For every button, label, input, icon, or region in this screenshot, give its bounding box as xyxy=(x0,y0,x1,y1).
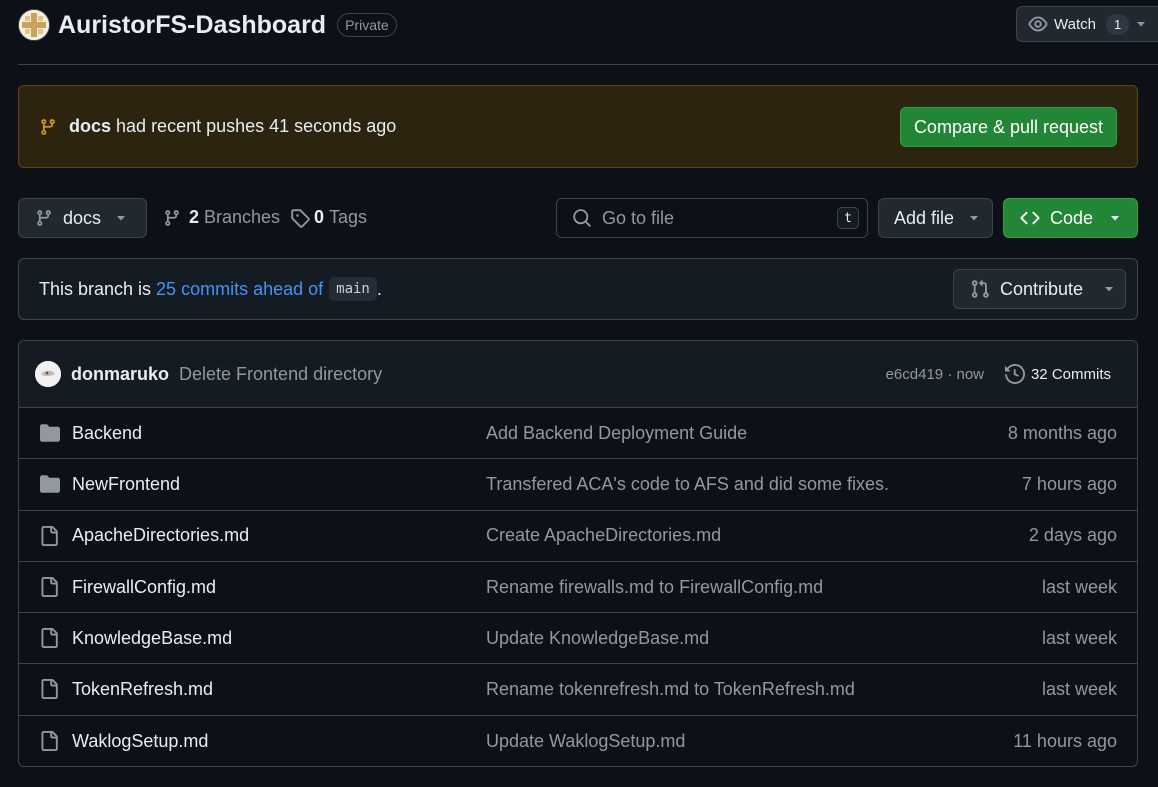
branches-link[interactable]: 2 Branches xyxy=(163,207,280,228)
file-name[interactable]: FirewallConfig.md xyxy=(72,577,216,598)
tags-count: 0 xyxy=(314,207,325,227)
file-commit-date: 11 hours ago xyxy=(1013,730,1117,751)
file-commit-message[interactable]: Update KnowledgeBase.md xyxy=(486,628,709,649)
file-icon xyxy=(39,730,59,751)
history-icon xyxy=(1004,364,1025,384)
file-name[interactable]: Backend xyxy=(72,423,142,444)
file-commit-message[interactable]: Add Backend Deployment Guide xyxy=(486,423,747,444)
table-row[interactable]: Backend Add Backend Deployment Guide 8 m… xyxy=(19,408,1137,460)
chevron-down-icon xyxy=(1109,212,1121,224)
file-name[interactable]: TokenRefresh.md xyxy=(72,679,213,700)
table-row[interactable]: FirewallConfig.md Rename firewalls.md to… xyxy=(19,562,1137,614)
file-commit-message[interactable]: Create ApacheDirectories.md xyxy=(486,525,721,546)
file-name[interactable]: WaklogSetup.md xyxy=(72,731,208,752)
file-commit-date: 7 hours ago xyxy=(1021,473,1117,494)
commits-ahead-link[interactable]: 25 commits ahead of xyxy=(156,279,323,300)
commit-hash-time[interactable]: e6cd419 · now xyxy=(886,366,984,383)
chevron-down-icon xyxy=(968,212,980,224)
file-icon xyxy=(39,576,59,597)
search-icon xyxy=(572,208,592,228)
table-row[interactable]: TokenRefresh.md Rename tokenrefresh.md t… xyxy=(19,664,1137,716)
branch-selector[interactable]: docs xyxy=(18,198,147,238)
pull-request-icon xyxy=(970,279,990,299)
branch-icon xyxy=(163,208,181,228)
repo-header: AuristorFS-Dashboard Private Watch 1 xyxy=(18,6,1158,42)
header-divider xyxy=(18,64,1158,65)
file-commit-date: last week xyxy=(1041,679,1117,700)
folder-icon xyxy=(39,474,61,494)
branch-icon xyxy=(35,208,53,228)
recent-push-message: had recent pushes 41 seconds ago xyxy=(116,116,397,136)
branch-status-suffix: . xyxy=(376,278,382,299)
file-icon xyxy=(39,525,59,546)
file-name[interactable]: ApacheDirectories.md xyxy=(72,525,249,546)
watch-count: 1 xyxy=(1105,13,1130,35)
repo-name[interactable]: AuristorFS-Dashboard xyxy=(58,11,326,40)
watch-label: Watch xyxy=(1054,15,1096,33)
pushed-branch-name[interactable]: docs xyxy=(69,116,111,136)
tags-link[interactable]: 0 Tags xyxy=(290,207,367,228)
file-commit-message[interactable]: Rename tokenrefresh.md to TokenRefresh.m… xyxy=(486,679,855,700)
compare-pull-request-button[interactable]: Compare & pull request xyxy=(900,107,1117,147)
branches-count: 2 xyxy=(189,207,200,227)
code-icon xyxy=(1020,208,1040,228)
tags-label: Tags xyxy=(329,207,368,227)
folder-icon xyxy=(39,423,61,443)
watch-button[interactable]: Watch 1 xyxy=(1016,6,1158,42)
file-commit-message[interactable]: Transfered ACA's code to AFS and did som… xyxy=(486,474,889,495)
file-commit-message[interactable]: Rename firewalls.md to FirewallConfig.md xyxy=(486,577,823,598)
author-avatar[interactable] xyxy=(35,361,61,387)
branch-status-prefix: This branch is xyxy=(39,278,152,299)
commits-history-link[interactable]: 32 Commits xyxy=(1004,364,1111,384)
file-commit-date: 8 months ago xyxy=(1007,422,1117,443)
current-branch-name: docs xyxy=(63,207,102,228)
keyboard-shortcut-hint: t xyxy=(837,207,859,229)
file-commit-message[interactable]: Update WaklogSetup.md xyxy=(486,731,685,752)
chevron-down-icon xyxy=(115,212,127,224)
commits-count: 32 Commits xyxy=(1030,365,1111,383)
code-button[interactable]: Code xyxy=(1003,198,1138,238)
add-file-button[interactable]: Add file xyxy=(878,198,993,238)
repo-owner-avatar[interactable] xyxy=(18,9,50,41)
table-row[interactable]: NewFrontend Transfered ACA's code to AFS… xyxy=(19,459,1137,511)
table-row[interactable]: ApacheDirectories.md Create ApacheDirect… xyxy=(19,511,1137,562)
table-row[interactable]: WaklogSetup.md Update WaklogSetup.md 11 … xyxy=(19,716,1137,766)
table-row[interactable]: KnowledgeBase.md Update KnowledgeBase.md… xyxy=(19,613,1137,665)
branch-icon xyxy=(39,117,57,137)
branches-label: Branches xyxy=(204,207,281,227)
base-branch-name: main xyxy=(329,277,377,301)
file-icon xyxy=(39,679,59,700)
contribute-button[interactable]: Contribute xyxy=(953,269,1126,309)
go-to-file-input[interactable]: Go to file t xyxy=(556,198,868,238)
file-commit-date: 2 days ago xyxy=(1028,525,1117,546)
recent-push-banner: docs had recent pushes 41 seconds ago Co… xyxy=(18,85,1138,168)
latest-commit-row: donmaruko Delete Frontend directory e6cd… xyxy=(19,341,1137,408)
code-label: Code xyxy=(1050,207,1094,228)
commit-message[interactable]: Delete Frontend directory xyxy=(179,364,382,385)
recent-push-text: docs had recent pushes 41 seconds ago xyxy=(69,116,396,137)
chevron-down-icon xyxy=(1103,283,1115,295)
file-commit-date: last week xyxy=(1041,627,1117,648)
file-commit-date: last week xyxy=(1041,576,1117,597)
file-name[interactable]: KnowledgeBase.md xyxy=(72,628,232,649)
chevron-down-icon[interactable] xyxy=(1135,18,1147,30)
file-table: donmaruko Delete Frontend directory e6cd… xyxy=(18,340,1138,767)
eye-icon xyxy=(1028,14,1048,34)
visibility-badge: Private xyxy=(337,13,397,37)
tag-icon xyxy=(290,208,310,228)
go-to-file-placeholder: Go to file xyxy=(602,207,675,228)
file-name[interactable]: NewFrontend xyxy=(72,474,180,495)
add-file-label: Add file xyxy=(894,207,955,228)
contribute-label: Contribute xyxy=(1000,278,1084,299)
branch-status-bar: This branch is 25 commits ahead of main … xyxy=(18,258,1138,320)
commit-author[interactable]: donmaruko xyxy=(71,364,169,385)
file-icon xyxy=(39,628,59,649)
